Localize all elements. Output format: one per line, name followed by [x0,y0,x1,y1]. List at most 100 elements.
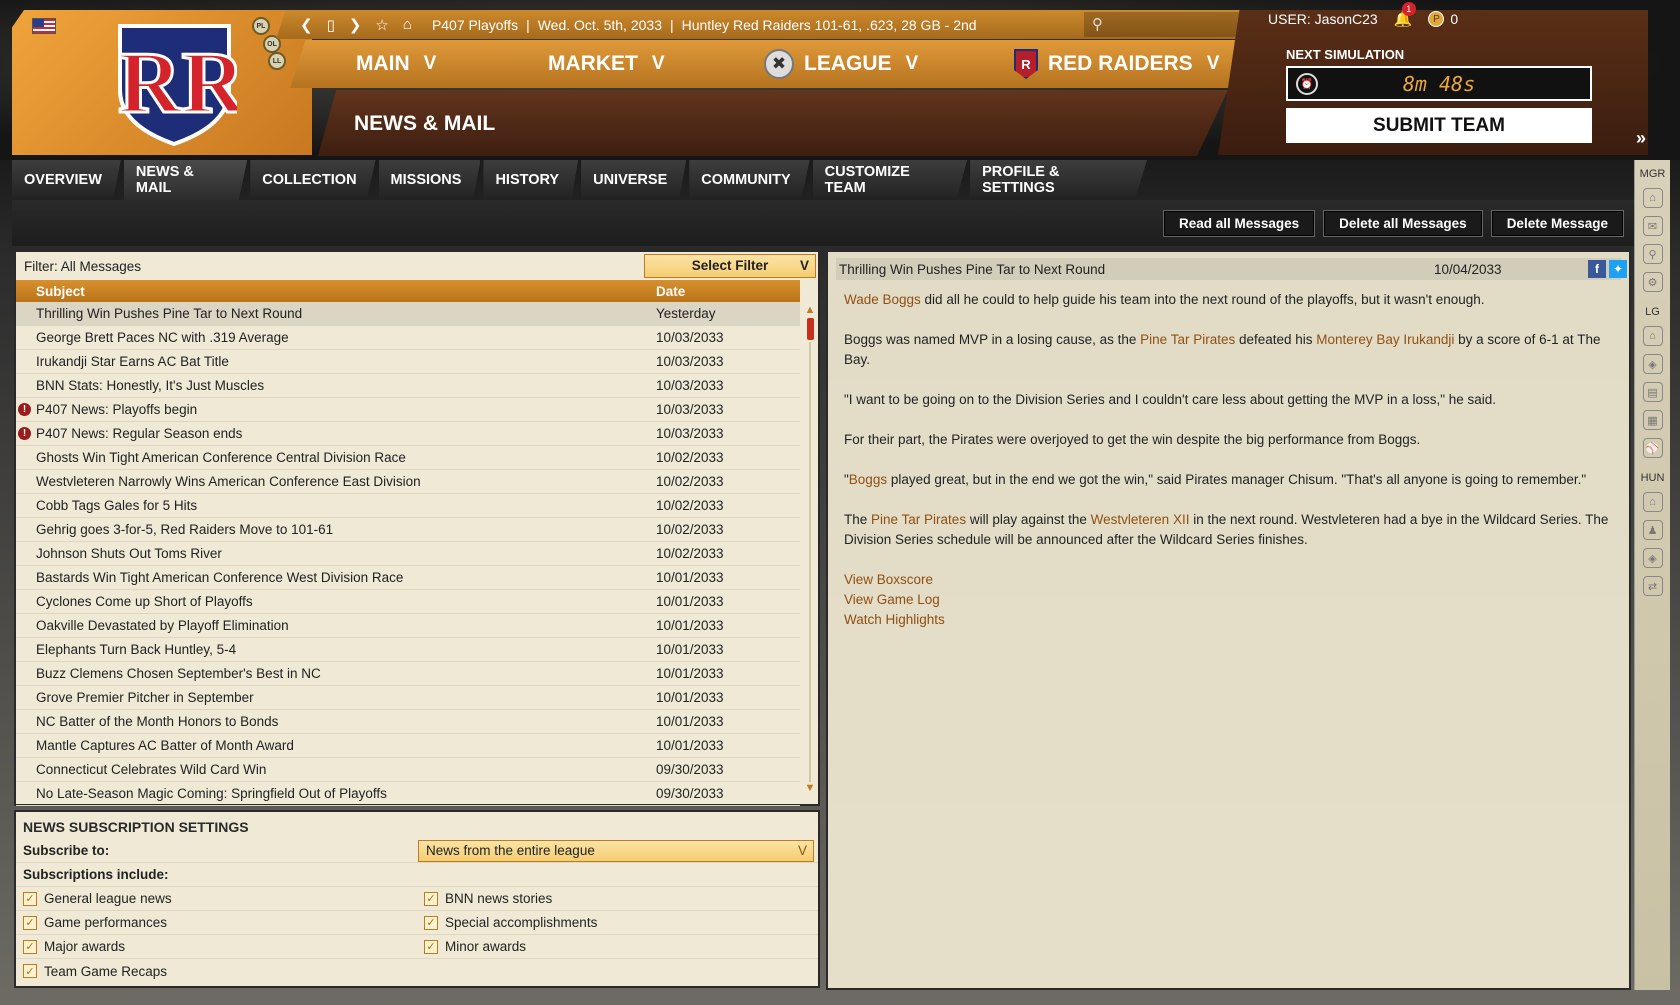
checkbox-checked-icon[interactable]: ✓ [23,939,37,954]
message-row[interactable]: Gehrig goes 3-for-5, Red Raiders Move to… [16,518,800,542]
option-major-awards[interactable]: ✓ Major awards [23,939,125,954]
expand-panel-icon[interactable]: » [1636,128,1646,149]
scroll-up-icon[interactable]: ▲ [804,304,816,316]
notification-bell-icon[interactable]: 🔔 1 [1394,2,1416,28]
delete-message-button[interactable]: Delete Message [1490,210,1624,237]
home-icon[interactable]: ⌂ [1642,492,1663,512]
delete-all-messages-button[interactable]: Delete all Messages [1323,210,1483,237]
league-badge-3-icon[interactable]: LL [268,52,286,70]
submit-team-button[interactable]: SUBMIT TEAM [1286,108,1592,143]
bar-chart-icon[interactable]: ▦ [1642,410,1663,430]
message-row[interactable]: Connecticut Celebrates Wild Card Win 09/3… [16,758,800,782]
message-row[interactable]: George Brett Paces NC with .319 Average 1… [16,326,800,350]
view-boxscore-link[interactable]: View Boxscore [844,570,1613,590]
checkbox-checked-icon[interactable]: ✓ [23,891,37,906]
home-icon[interactable]: ⌂ [403,16,412,34]
team-link[interactable]: Pine Tar Pirates [1140,332,1235,347]
menu-league[interactable]: ✖ LEAGUE V [764,40,918,88]
roster-icon[interactable]: ♟ [1642,520,1663,540]
trade-icon[interactable]: ⇄ [1642,576,1663,596]
message-row[interactable]: Grove Premier Pitcher in September 10/01/… [16,686,800,710]
home-icon[interactable]: ⌂ [1642,188,1663,208]
checkbox-checked-icon[interactable]: ✓ [424,939,438,954]
message-row[interactable]: Cobb Tags Gales for 5 Hits 10/02/2033 [16,494,800,518]
message-list-scrollbar[interactable]: ▲ ▼ [804,304,816,804]
tab-overview[interactable]: OVERVIEW [12,160,121,200]
option-bnn-news-stories[interactable]: ✓ BNN news stories [424,891,552,906]
message-row[interactable]: Oakville Devastated by Playoff Eliminati… [16,614,800,638]
user-label[interactable]: USER: JasonC23 [1268,11,1378,27]
message-row[interactable]: Johnson Shuts Out Toms River 10/02/2033 [16,542,800,566]
message-row[interactable]: ! P407 News: Playoffs begin 10/03/2033 [16,398,800,422]
menu-team[interactable]: R RED RAIDERS V [1014,40,1219,88]
message-row[interactable]: Elephants Turn Back Huntley, 5-4 10/01/20… [16,638,800,662]
search-icon[interactable]: ⚲ [1642,244,1663,264]
option-team-game-recaps[interactable]: ✓ Team Game Recaps [23,964,167,979]
home-icon[interactable]: ⌂ [1642,326,1663,346]
column-subject[interactable]: Subject [16,284,656,299]
checkbox-checked-icon[interactable]: ✓ [424,915,438,930]
mail-icon[interactable]: ✉ [1642,216,1663,236]
team-link[interactable]: Pine Tar Pirates [871,512,966,527]
scoreboard-icon[interactable]: ▤ [1642,382,1663,402]
team-link[interactable]: Westvleteren XII [1091,512,1190,527]
message-row[interactable]: ! P407 News: Regular Season ends 10/03/203… [16,422,800,446]
message-row[interactable]: Westvleteren Narrowly Wins American Conf… [16,470,800,494]
coin-balance[interactable]: P0 [1428,11,1458,27]
message-row[interactable]: Ghosts Win Tight American Conference Cen… [16,446,800,470]
menu-market[interactable]: MARKET V [548,40,665,88]
message-row[interactable]: Cyclones Come up Short of Playoffs 10/01/… [16,590,800,614]
team-link[interactable]: Monterey Bay Irukandji [1316,332,1454,347]
forward-arrow-icon[interactable]: ❯ [349,16,362,34]
message-row[interactable]: NC Batter of the Month Honors to Bonds 10… [16,710,800,734]
league-badge-1-icon[interactable]: PL [252,17,270,35]
tab-universe[interactable]: UNIVERSE [581,160,687,200]
bookmark-icon[interactable]: ▯ [327,16,335,34]
scroll-down-icon[interactable]: ▼ [804,782,816,794]
shield-icon[interactable]: ◈ [1642,548,1663,568]
tab-history[interactable]: HISTORY [483,160,579,200]
team-record[interactable]: Huntley Red Raiders 101-61, .623, 28 GB … [682,17,977,33]
column-date[interactable]: Date [656,284,685,299]
checkbox-checked-icon[interactable]: ✓ [23,915,37,930]
breadcrumb[interactable]: P407 Playoffs [432,17,518,33]
subscribe-dropdown[interactable]: News from the entire league V [418,840,814,862]
twitter-share-icon[interactable]: ✦ [1609,260,1627,278]
read-all-messages-button[interactable]: Read all Messages [1163,210,1316,237]
team-logo[interactable]: RR [112,20,237,148]
scroll-thumb[interactable] [806,318,814,340]
option-minor-awards[interactable]: ✓ Minor awards [424,939,526,954]
message-row[interactable]: Irukandji Star Earns AC Bat Title 10/03/2… [16,350,800,374]
us-flag-icon[interactable] [32,18,56,34]
gear-icon[interactable]: ⚙ [1642,272,1663,292]
watch-highlights-link[interactable]: Watch Highlights [844,610,1613,630]
player-link[interactable]: Boggs [849,472,887,487]
tab-customize-team[interactable]: CUSTOMIZE TEAM [812,160,968,200]
tab-profile-settings[interactable]: PROFILE & SETTINGS [970,160,1148,200]
option-game-performances[interactable]: ✓ Game performances [23,915,167,930]
star-icon[interactable]: ☆ [375,16,388,34]
tab-missions[interactable]: MISSIONS [378,160,481,200]
message-row[interactable]: BNN Stats: Honestly, It's Just Muscles 10… [16,374,800,398]
player-link[interactable]: Wade Boggs [844,292,921,307]
message-row[interactable]: Thrilling Win Pushes Pine Tar to Next Ro… [16,302,800,326]
baseball-icon[interactable]: ⚾ [1642,438,1663,458]
tab-community[interactable]: COMMUNITY [689,160,810,200]
message-row[interactable]: Bastards Win Tight American Conference W… [16,566,800,590]
checkbox-checked-icon[interactable]: ✓ [23,964,37,978]
message-row[interactable]: Mantle Captures AC Batter of Month Award… [16,734,800,758]
menu-main[interactable]: MAIN V [356,40,436,88]
facebook-share-icon[interactable]: f [1588,260,1606,278]
view-game-log-link[interactable]: View Game Log [844,590,1613,610]
tab-collection[interactable]: COLLECTION [250,160,376,200]
message-row[interactable]: Buzz Clemens Chosen September's Best in … [16,662,800,686]
option-general-league-news[interactable]: ✓ General league news [23,891,172,906]
tab-news-mail[interactable]: NEWS & MAIL [123,160,248,200]
checkbox-checked-icon[interactable]: ✓ [424,891,438,906]
message-row[interactable]: No Late-Season Magic Coming: Springfield… [16,782,800,806]
option-special-accomplishments[interactable]: ✓ Special accomplishments [424,915,597,930]
back-arrow-icon[interactable]: ❮ [300,16,313,34]
select-filter-dropdown[interactable]: Select Filter V [644,254,816,278]
shield-icon[interactable]: ◈ [1642,354,1663,374]
scroll-track[interactable] [809,342,811,782]
